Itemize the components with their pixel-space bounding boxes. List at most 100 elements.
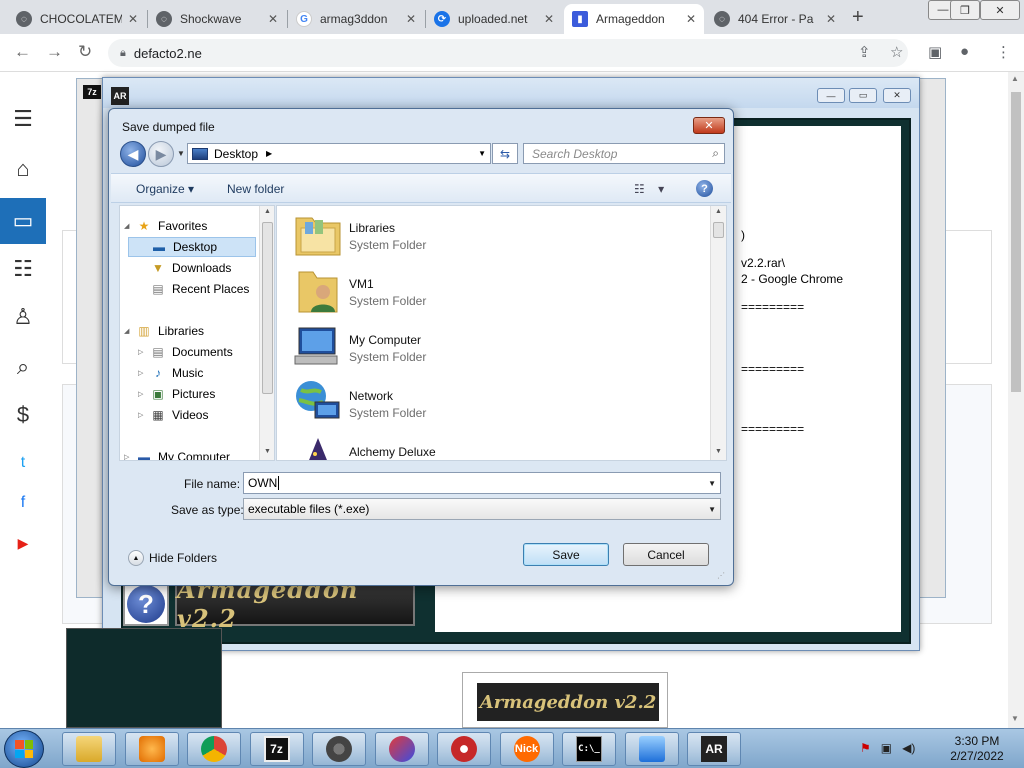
- menu-icon[interactable]: ⋮: [996, 43, 1011, 61]
- close-icon[interactable]: ✕: [826, 12, 836, 26]
- file-item[interactable]: Alchemy DeluxeShortcut: [293, 432, 436, 460]
- browser-tab[interactable]: G armag3ddon ✕: [288, 4, 424, 34]
- person-icon[interactable]: ♙: [8, 302, 38, 332]
- file-name-input[interactable]: OWN ▼: [243, 472, 721, 494]
- bookmark-star-icon[interactable]: ☆: [890, 43, 903, 61]
- breadcrumb-desktop[interactable]: Desktop: [214, 147, 258, 161]
- nav-item-music[interactable]: ▷ ♪ Music: [128, 363, 256, 383]
- change-view-button[interactable]: ☷ ▾: [634, 182, 664, 196]
- save-button[interactable]: Save: [523, 543, 609, 566]
- cancel-button[interactable]: Cancel: [623, 543, 709, 566]
- chevron-down-icon[interactable]: ▼: [478, 149, 486, 158]
- file-item[interactable]: Libraries System Folder: [293, 208, 426, 264]
- file-item[interactable]: VM1 System Folder: [293, 264, 426, 320]
- hide-folders-button[interactable]: ▲ Hide Folders: [128, 550, 217, 566]
- clock[interactable]: 3:30 PM 2/27/2022: [942, 734, 1012, 764]
- twitter-icon[interactable]: t: [8, 448, 38, 478]
- nav-item-documents[interactable]: ▷ ▤ Documents: [128, 342, 256, 362]
- recent-locations-dropdown[interactable]: ▼: [177, 149, 185, 158]
- taskbar-button[interactable]: C:\_: [562, 732, 616, 766]
- volume-icon[interactable]: ◀): [902, 741, 915, 755]
- youtube-icon[interactable]: ▶: [8, 528, 38, 558]
- file-item[interactable]: Network System Folder: [293, 376, 426, 432]
- forward-button[interactable]: ▶: [148, 141, 174, 167]
- nav-item-favorites[interactable]: ◢ ★ Favorites: [120, 216, 256, 236]
- browser-tab[interactable]: ◌ Shockwave ✕: [148, 4, 286, 34]
- taskbar-button[interactable]: [624, 732, 679, 766]
- expander-icon[interactable]: ▷: [138, 348, 148, 356]
- chevron-down-icon[interactable]: ▼: [708, 479, 716, 488]
- file-list-scrollbar[interactable]: ▲ ▼: [710, 206, 726, 460]
- taskbar-button[interactable]: [187, 732, 241, 766]
- facebook-icon[interactable]: f: [8, 488, 38, 518]
- close-window-button[interactable]: ✕: [980, 0, 1020, 20]
- close-icon[interactable]: ✕: [128, 12, 138, 26]
- taskbar-button[interactable]: 7z: [249, 732, 304, 766]
- expander-icon[interactable]: ◢: [124, 327, 134, 335]
- taskbar-button[interactable]: [62, 732, 116, 766]
- taskbar-button[interactable]: AR: [687, 732, 741, 766]
- maximize-button[interactable]: ❐: [950, 0, 980, 20]
- save-as-type-select[interactable]: executable files (*.exe) ▼: [243, 498, 721, 520]
- start-button[interactable]: [4, 730, 44, 768]
- action-center-icon[interactable]: ⚑: [860, 741, 871, 755]
- nav-item-recent-places[interactable]: ▤ Recent Places: [128, 279, 256, 299]
- nav-item-videos[interactable]: ▷ ▦ Videos: [128, 405, 256, 425]
- back-button[interactable]: ◀: [120, 141, 146, 167]
- share-icon[interactable]: ⇪: [858, 43, 871, 61]
- dialog-close-button[interactable]: ✕: [693, 117, 725, 134]
- help-icon[interactable]: ?: [696, 180, 713, 197]
- file-item[interactable]: My Computer System Folder: [293, 320, 426, 376]
- expander-icon[interactable]: ◢: [124, 222, 134, 230]
- search-input[interactable]: Search Desktop ⌕: [523, 143, 725, 164]
- maximize-button[interactable]: ▭: [849, 88, 877, 103]
- hamburger-menu-icon[interactable]: ☰: [8, 104, 38, 134]
- browser-tab-active[interactable]: ▮ Armageddon ✕: [564, 4, 704, 34]
- close-icon[interactable]: ✕: [544, 12, 554, 26]
- groups-icon[interactable]: ☷: [8, 254, 38, 284]
- new-folder-button[interactable]: New folder: [227, 182, 284, 196]
- browser-tab[interactable]: ⟳ uploaded.net ✕: [426, 4, 562, 34]
- expander-icon[interactable]: ▷: [138, 390, 148, 398]
- address-breadcrumb[interactable]: Desktop ▶ ▼: [187, 143, 491, 164]
- profile-icon[interactable]: ●: [960, 43, 969, 60]
- resize-grip[interactable]: ⋰: [717, 571, 725, 580]
- taskbar-button[interactable]: [312, 732, 366, 766]
- browser-tab[interactable]: ◌ CHOCOLATEM ✕: [8, 4, 146, 34]
- taskbar-button[interactable]: Nick: [499, 732, 554, 766]
- nav-item-libraries[interactable]: ◢ ▥ Libraries: [120, 321, 256, 341]
- address-bar[interactable]: 🔒︎ defacto2.ne: [108, 39, 908, 67]
- nav-item-downloads[interactable]: ▼ Downloads: [128, 258, 256, 278]
- nav-item-desktop[interactable]: ▬ Desktop: [128, 237, 256, 257]
- expander-icon[interactable]: ▷: [124, 453, 134, 460]
- new-tab-button[interactable]: +: [852, 6, 864, 29]
- close-icon[interactable]: ✕: [406, 12, 416, 26]
- taskbar-button[interactable]: [124, 732, 179, 766]
- search-icon[interactable]: ⌕: [8, 352, 38, 382]
- minimize-button[interactable]: —: [817, 88, 845, 103]
- side-panel-icon[interactable]: ▣: [928, 43, 942, 61]
- help-button[interactable]: ?: [123, 582, 169, 626]
- expander-icon[interactable]: ▷: [138, 411, 148, 419]
- organize-button[interactable]: Organize ▾: [136, 182, 194, 196]
- close-button[interactable]: ✕: [883, 88, 911, 103]
- page-scrollbar[interactable]: ▲ ▼: [1008, 72, 1024, 728]
- nav-item-my-computer[interactable]: ▷ ▬ My Computer: [120, 447, 256, 460]
- reload-icon[interactable]: ↻: [78, 42, 92, 62]
- taskbar-button[interactable]: [374, 732, 429, 766]
- dollar-icon[interactable]: $: [8, 400, 38, 430]
- close-icon[interactable]: ✕: [268, 12, 278, 26]
- browser-tab[interactable]: ◌ 404 Error - Pa ✕: [706, 4, 844, 34]
- home-icon[interactable]: ⌂: [8, 154, 38, 184]
- folder-icon[interactable]: ▭: [0, 198, 46, 244]
- navigation-scrollbar[interactable]: ▲ ▼: [259, 206, 274, 460]
- refresh-button[interactable]: ⇆: [492, 143, 518, 164]
- nav-item-pictures[interactable]: ▷ ▣ Pictures: [128, 384, 256, 404]
- chevron-right-icon[interactable]: ▶: [266, 149, 272, 158]
- chevron-down-icon[interactable]: ▼: [708, 505, 716, 514]
- expander-icon[interactable]: ▷: [138, 369, 148, 377]
- taskbar-button[interactable]: [437, 732, 491, 766]
- forward-icon[interactable]: →: [46, 42, 63, 62]
- close-icon[interactable]: ✕: [686, 12, 696, 26]
- back-icon[interactable]: ←: [14, 42, 31, 62]
